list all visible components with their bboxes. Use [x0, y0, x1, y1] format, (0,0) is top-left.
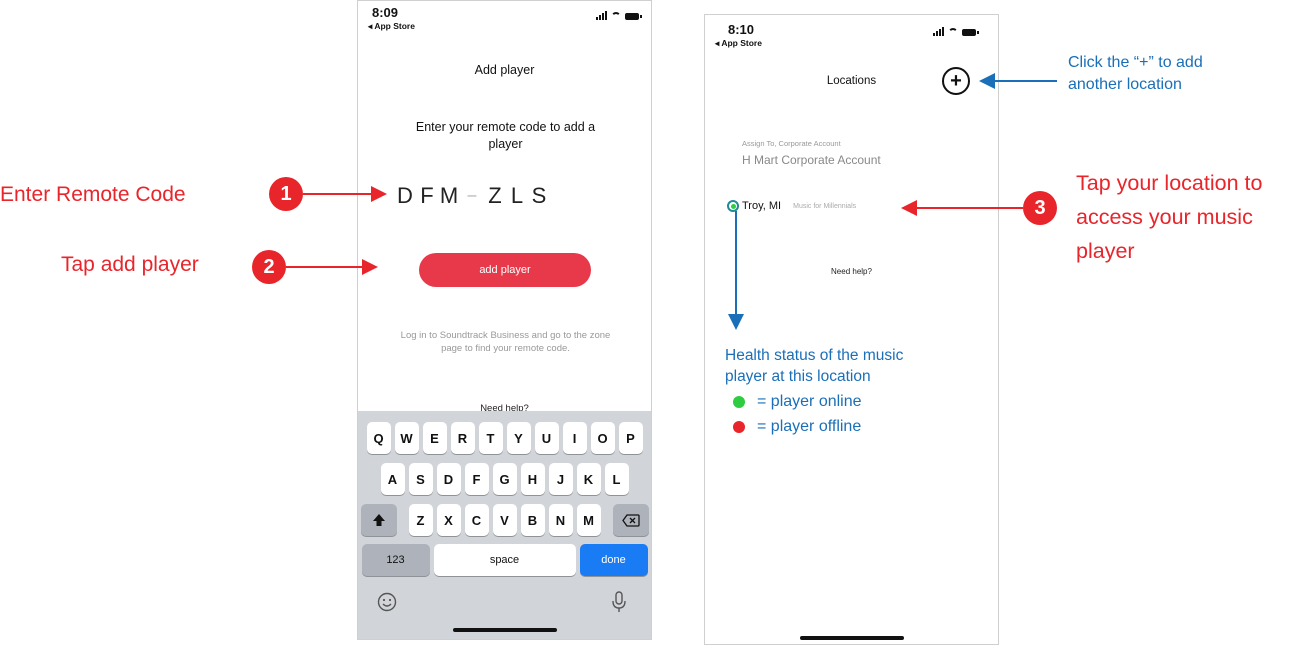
microphone-icon[interactable]	[611, 591, 627, 619]
step1-label: Enter Remote Code	[0, 183, 186, 206]
key-d[interactable]: D	[436, 463, 461, 495]
key-t[interactable]: T	[478, 422, 503, 454]
backspace-key[interactable]	[612, 504, 649, 536]
health-status-line-1: Health status of the music	[725, 347, 904, 364]
backspace-icon	[621, 513, 640, 527]
status-time: 8:10	[728, 22, 755, 37]
numbers-key[interactable]: 123	[361, 544, 430, 576]
key-p[interactable]: P	[618, 422, 643, 454]
annotation-arrows	[286, 73, 1057, 330]
legend-offline: = player offline	[733, 418, 861, 436]
help-text: Log in to Soundtrack Business and go to …	[400, 330, 611, 354]
location-playlist: Music for Millennials	[793, 202, 857, 210]
step2-label: Tap add player	[61, 253, 199, 276]
signal-icon	[596, 11, 607, 20]
step3-badge: 3	[1023, 191, 1057, 225]
account-name[interactable]: H Mart Corporate Account	[742, 153, 881, 167]
need-help-link[interactable]: Need help?	[705, 267, 998, 276]
key-a[interactable]: A	[380, 463, 405, 495]
legend-offline-text: = player offline	[757, 418, 862, 435]
key-s[interactable]: S	[408, 463, 433, 495]
signal-icon	[933, 27, 944, 36]
online-dot-icon	[733, 396, 745, 408]
code-char-6[interactable]: S	[528, 176, 550, 216]
code-char-2[interactable]: F	[416, 176, 438, 216]
step3-line-1: Tap your location to	[1076, 171, 1263, 195]
key-q[interactable]: Q	[366, 422, 391, 454]
key-i[interactable]: I	[562, 422, 587, 454]
health-status-note: Health status of the music player at thi…	[725, 345, 903, 387]
key-v[interactable]: V	[492, 504, 517, 536]
done-key[interactable]: done	[579, 544, 648, 576]
page-title: Add player	[474, 63, 535, 77]
instruction-text: Enter your remote code to add a player	[415, 120, 596, 151]
health-status-icon	[727, 200, 739, 212]
key-m[interactable]: M	[576, 504, 601, 536]
code-char-4[interactable]: Z	[484, 176, 506, 216]
key-h[interactable]: H	[520, 463, 545, 495]
keyboard-row-3: ZXCVBNM	[358, 504, 651, 536]
phone-locations-screen: 8:10 ◂ App Store Locations + Assign To, …	[704, 14, 999, 645]
home-indicator	[800, 636, 904, 640]
status-icons	[933, 27, 979, 36]
step2-badge: 2	[252, 250, 286, 284]
keyboard-row-1: QWERTYUIOP	[358, 422, 651, 454]
key-f[interactable]: F	[464, 463, 489, 495]
back-to-app-store-link[interactable]: ◂ App Store	[368, 21, 415, 32]
status-time: 8:09	[372, 5, 399, 20]
status-icons	[596, 11, 642, 20]
add-location-button[interactable]: +	[942, 67, 970, 95]
offline-dot-icon	[733, 421, 745, 433]
phone-add-player-screen: 8:09 ◂ App Store Add player Enter your r…	[357, 0, 652, 640]
keyboard: QWERTYUIOP ASDFGHJKL ZXCVBNM 123 space d…	[358, 411, 651, 639]
step3-label: Tap your location to access your music p…	[1076, 166, 1262, 268]
key-w[interactable]: W	[394, 422, 419, 454]
add-location-note-line-1: Click the “+” to add	[1068, 54, 1203, 71]
key-k[interactable]: K	[576, 463, 601, 495]
shift-icon	[372, 514, 385, 526]
key-z[interactable]: Z	[408, 504, 433, 536]
code-separator: –	[467, 187, 477, 204]
battery-icon	[962, 29, 979, 36]
step1-badge: 1	[269, 177, 303, 211]
battery-icon	[625, 13, 642, 20]
key-b[interactable]: B	[520, 504, 545, 536]
code-char-3[interactable]: M	[438, 176, 460, 216]
home-indicator	[453, 628, 557, 632]
wifi-icon	[611, 12, 621, 20]
assign-to-label: Assign To, Corporate Account	[742, 139, 841, 148]
keyboard-row-3-letters: ZXCVBNM	[407, 504, 603, 536]
legend-online: = player online	[733, 393, 862, 411]
key-e[interactable]: E	[422, 422, 447, 454]
key-o[interactable]: O	[590, 422, 615, 454]
key-g[interactable]: G	[492, 463, 517, 495]
key-u[interactable]: U	[534, 422, 559, 454]
health-status-line-2: player at this location	[725, 368, 871, 385]
location-name[interactable]: Troy, MI	[742, 200, 781, 212]
add-location-note-line-2: another location	[1068, 76, 1182, 93]
key-l[interactable]: L	[604, 463, 629, 495]
wifi-icon	[948, 28, 958, 36]
remote-code-input[interactable]: D F M – Z L S	[394, 176, 550, 216]
back-to-app-store-link[interactable]: ◂ App Store	[715, 38, 762, 49]
add-location-note: Click the “+” to add another location	[1068, 52, 1203, 96]
code-char-5[interactable]: L	[506, 176, 528, 216]
legend-online-text: = player online	[757, 393, 862, 410]
step3-line-2: access your music	[1076, 205, 1253, 229]
key-n[interactable]: N	[548, 504, 573, 536]
location-item[interactable]: Troy, MI Music for Millennials	[727, 200, 856, 212]
step3-line-3: player	[1076, 239, 1135, 263]
key-r[interactable]: R	[450, 422, 475, 454]
shift-key[interactable]	[360, 504, 397, 536]
emoji-icon[interactable]	[377, 592, 397, 618]
key-x[interactable]: X	[436, 504, 461, 536]
key-c[interactable]: C	[464, 504, 489, 536]
keyboard-row-4: 123 space done	[358, 544, 651, 576]
code-char-1[interactable]: D	[394, 176, 416, 216]
keyboard-row-2: ASDFGHJKL	[358, 463, 651, 495]
key-j[interactable]: J	[548, 463, 573, 495]
key-y[interactable]: Y	[506, 422, 531, 454]
space-key[interactable]: space	[433, 544, 576, 576]
add-player-button[interactable]: add player	[419, 253, 591, 287]
